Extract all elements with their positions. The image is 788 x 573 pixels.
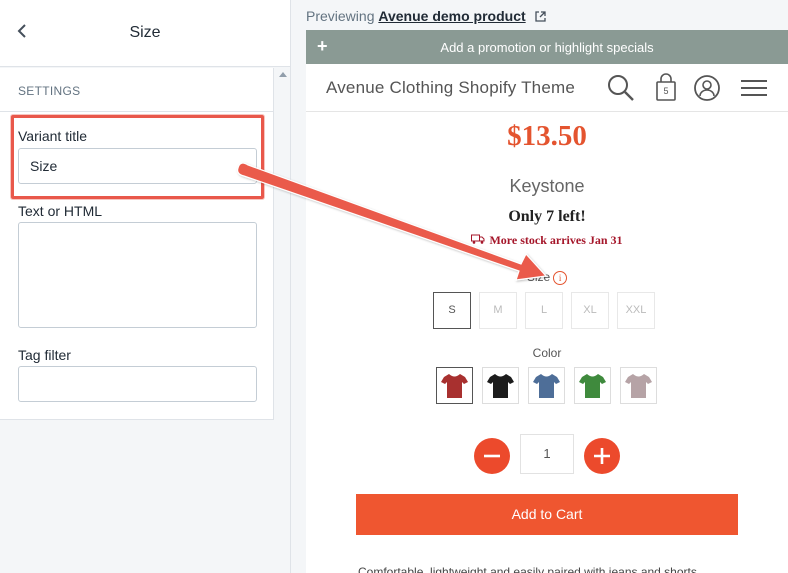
preview-panel: Previewing Avenue demo product + Add a p… [291, 0, 788, 573]
minus-icon [484, 454, 500, 458]
previewing-label: Previewing [306, 8, 375, 24]
size-label-row: Size i [306, 270, 788, 285]
tshirt-green-icon [579, 374, 606, 398]
tag-filter-label: Tag filter [18, 347, 71, 363]
size-option-l[interactable]: L [525, 292, 563, 329]
text-or-html-textarea[interactable] [18, 222, 257, 328]
scroll-up-arrow-icon[interactable] [279, 72, 287, 77]
color-swatch-black[interactable] [482, 367, 519, 404]
promo-bar[interactable]: + Add a promotion or highlight specials [306, 30, 788, 64]
size-option-s[interactable]: S [433, 292, 471, 329]
restock-message: More stock arrives Jan 31 [489, 233, 623, 247]
color-swatch-heather[interactable] [620, 367, 657, 404]
tshirt-heather-icon [625, 374, 652, 398]
quantity-increase-button[interactable] [584, 438, 620, 474]
editor-panel: Size SETTINGS Variant title Text or HTML… [0, 0, 291, 573]
editor-scrollbar[interactable] [275, 68, 290, 573]
cart-count: 5 [663, 86, 669, 96]
menu-icon[interactable] [740, 73, 768, 103]
section-divider [0, 111, 274, 112]
promo-text: Add a promotion or highlight specials [440, 40, 654, 55]
cart-button[interactable]: 5 [651, 73, 681, 103]
quantity-input[interactable]: 1 [520, 434, 574, 474]
tshirt-red-icon [441, 374, 468, 398]
store-header: Avenue Clothing Shopify Theme 5 [306, 64, 788, 112]
size-option-m[interactable]: M [479, 292, 517, 329]
plus-icon [594, 448, 610, 464]
info-icon[interactable]: i [553, 271, 568, 285]
annotation-highlight-box [11, 115, 264, 199]
color-swatch-blue[interactable] [528, 367, 565, 404]
product-description: Comfortable, lightweight and easily pair… [358, 565, 701, 573]
previewing-bar: Previewing Avenue demo product [306, 8, 546, 24]
external-link-icon[interactable] [534, 11, 546, 22]
text-or-html-label: Text or HTML [18, 203, 103, 219]
color-swatch-red[interactable] [436, 367, 473, 404]
size-option-xl[interactable]: XL [571, 292, 609, 329]
truck-icon [471, 234, 485, 244]
size-label: Size [526, 270, 551, 284]
add-to-cart-button[interactable]: Add to Cart [356, 494, 738, 535]
tshirt-black-icon [487, 374, 514, 398]
tag-filter-input[interactable] [18, 366, 257, 402]
color-swatch-green[interactable] [574, 367, 611, 404]
tshirt-blue-icon [533, 374, 560, 398]
product-link[interactable]: Avenue demo product [378, 8, 525, 24]
quantity-decrease-button[interactable] [474, 438, 510, 474]
product-name: Keystone [509, 176, 585, 196]
settings-heading: SETTINGS [18, 84, 81, 98]
size-option-xxl[interactable]: XXL [617, 292, 655, 329]
editor-title: Size [129, 24, 161, 41]
restock-message-row: More stock arrives Jan 31 [306, 233, 788, 248]
stock-message: Only 7 left! [508, 208, 586, 225]
account-icon[interactable] [692, 73, 722, 103]
store-name[interactable]: Avenue Clothing Shopify Theme [326, 78, 575, 98]
product-price: $13.50 [507, 120, 587, 152]
search-icon[interactable] [606, 73, 636, 103]
editor-header: Size [0, 0, 290, 67]
storefront-frame: + Add a promotion or highlight specials … [306, 30, 788, 573]
color-label: Color [532, 346, 562, 360]
